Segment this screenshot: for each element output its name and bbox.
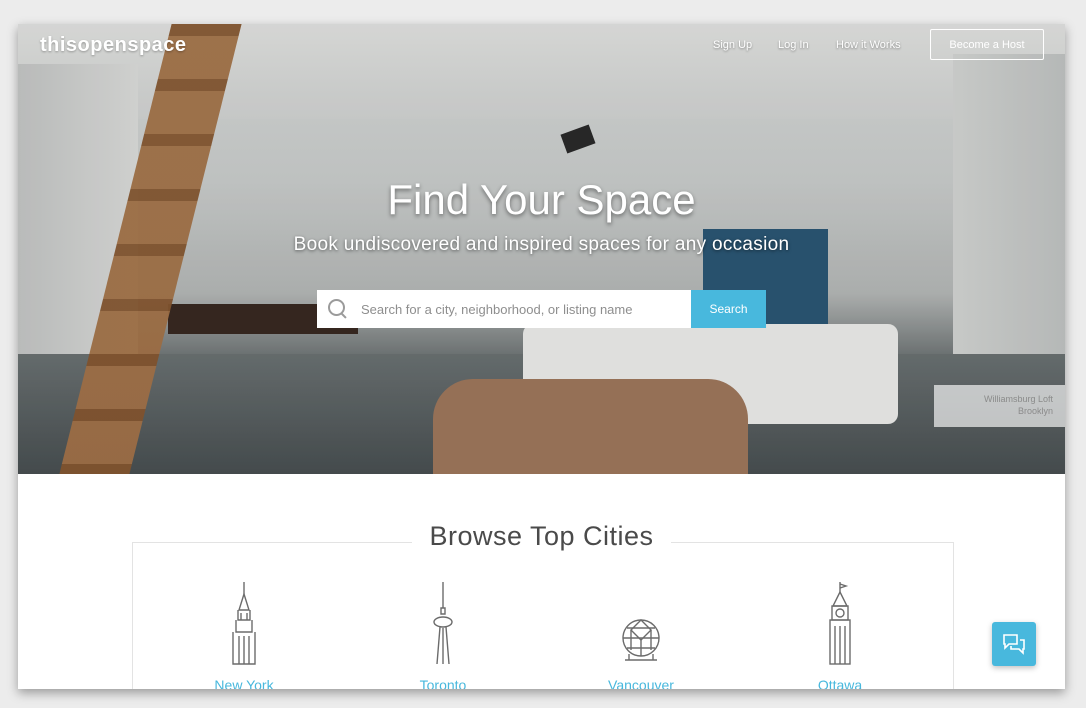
hero-title: Find Your Space — [387, 176, 696, 223]
hero-section: thisopenspace Sign Up Log In How it Work… — [18, 24, 1065, 474]
city-new-york[interactable]: New York — [184, 580, 304, 689]
photo-caption-location: Brooklyn — [1017, 406, 1053, 416]
cn-tower-icon — [433, 582, 453, 665]
search-bar — [317, 290, 691, 328]
city-label-new-york[interactable]: New York — [184, 677, 304, 689]
browse-top-cities-heading: Browse Top Cities — [18, 521, 1065, 552]
browse-title-text: Browse Top Cities — [412, 521, 671, 551]
city-label-toronto[interactable]: Toronto — [383, 677, 503, 689]
photo-caption-title: Williamsburg Loft — [983, 394, 1053, 404]
browser-page: thisopenspace Sign Up Log In How it Work… — [18, 24, 1065, 689]
city-label-ottawa[interactable]: Ottawa — [780, 677, 900, 689]
nav-log-in[interactable]: Log In — [778, 39, 809, 51]
peace-tower-icon — [829, 582, 851, 665]
city-vancouver[interactable]: Vancouver — [581, 580, 701, 689]
search-input[interactable] — [359, 300, 691, 318]
search-icon — [327, 298, 349, 320]
city-label-vancouver[interactable]: Vancouver — [581, 677, 701, 689]
site-logo[interactable]: thisopenspace — [40, 34, 187, 57]
chat-bubbles-icon — [1003, 634, 1025, 655]
science-world-dome-icon — [622, 619, 660, 661]
city-ottawa[interactable]: Ottawa — [780, 580, 900, 689]
search-button[interactable]: Search — [691, 290, 766, 328]
city-toronto[interactable]: Toronto — [383, 580, 503, 689]
become-a-host-button[interactable]: Become a Host — [930, 29, 1044, 60]
nav-sign-up[interactable]: Sign Up — [713, 39, 752, 51]
photo-caption: Williamsburg Loft Brooklyn — [934, 385, 1065, 427]
chat-button[interactable] — [992, 622, 1036, 666]
chrysler-building-icon — [232, 582, 256, 665]
nav-how-it-works[interactable]: How it Works — [836, 39, 901, 51]
hero-subtitle: Book undiscovered and inspired spaces fo… — [293, 234, 790, 255]
